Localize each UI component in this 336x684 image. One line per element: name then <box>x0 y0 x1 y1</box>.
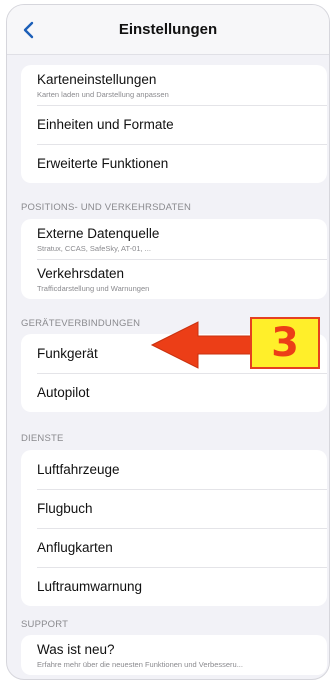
list-item-einheiten-und-formate[interactable]: Einheiten und Formate <box>21 105 327 144</box>
section-header-support: SUPPORT <box>21 619 69 630</box>
list-item-externe-datenquelle[interactable]: Externe Datenquelle Stratux, CCAS, SafeS… <box>21 219 327 259</box>
general-settings-group: Karteneinstellungen Karten laden und Dar… <box>21 65 327 183</box>
page-title: Einstellungen <box>118 21 218 38</box>
list-item-autopilot[interactable]: Autopilot <box>21 373 327 412</box>
list-item-title: Karteneinstellungen <box>37 71 157 87</box>
list-item-flugbuch[interactable]: Flugbuch <box>21 489 327 528</box>
navigation-bar: Einstellungen <box>7 5 329 55</box>
list-item-title: Einheiten und Formate <box>37 116 174 132</box>
services-group: Luftfahrzeuge Flugbuch Anflugkarten Luft… <box>21 450 327 606</box>
list-item-verkehrsdaten[interactable]: Verkehrsdaten Trafficdarstellung und War… <box>21 259 327 299</box>
list-item-title: Anflugkarten <box>37 539 113 555</box>
list-item-erweiterte-funktionen[interactable]: Erweiterte Funktionen <box>21 144 327 183</box>
list-item-subtitle: Erfahre mehr über die neuesten Funktione… <box>37 659 243 669</box>
list-item-karteneinstellungen[interactable]: Karteneinstellungen Karten laden und Dar… <box>21 65 327 105</box>
annotation-step-badge: 3 <box>250 317 320 369</box>
list-item-subtitle: Stratux, CCAS, SafeSky, AT-01, ... <box>37 243 151 253</box>
list-item-luftfahrzeuge[interactable]: Luftfahrzeuge <box>21 450 327 489</box>
list-item-luftraumwarnung[interactable]: Luftraumwarnung <box>21 567 327 606</box>
annotation-step-number: 3 <box>271 320 299 366</box>
list-item-anflugkarten[interactable]: Anflugkarten <box>21 528 327 567</box>
list-item-title: Flugbuch <box>37 500 93 516</box>
list-item-subtitle: Trafficdarstellung und Warnungen <box>37 283 150 293</box>
list-item-title: Luftraumwarnung <box>37 578 143 594</box>
list-item-title: Erweiterte Funktionen <box>37 155 169 171</box>
section-header-positions: POSITIONS- UND VERKEHRSDATEN <box>21 202 192 213</box>
list-item-was-ist-neu[interactable]: Was ist neu? Erfahre mehr über die neues… <box>21 635 327 675</box>
list-item-title: Luftfahrzeuge <box>37 461 120 477</box>
list-item-title: Autopilot <box>37 384 90 400</box>
support-group: Was ist neu? Erfahre mehr über die neues… <box>21 635 327 675</box>
section-header-devices: GERÄTEVERBINDUNGEN <box>21 318 141 329</box>
list-item-title: Verkehrsdaten <box>37 265 125 281</box>
positions-group: Externe Datenquelle Stratux, CCAS, SafeS… <box>21 219 327 299</box>
list-item-subtitle: Karten laden und Darstellung anpassen <box>37 89 169 99</box>
section-header-services: DIENSTE <box>21 433 64 444</box>
list-item-title: Externe Datenquelle <box>37 225 160 241</box>
list-item-title: Was ist neu? <box>37 641 115 657</box>
